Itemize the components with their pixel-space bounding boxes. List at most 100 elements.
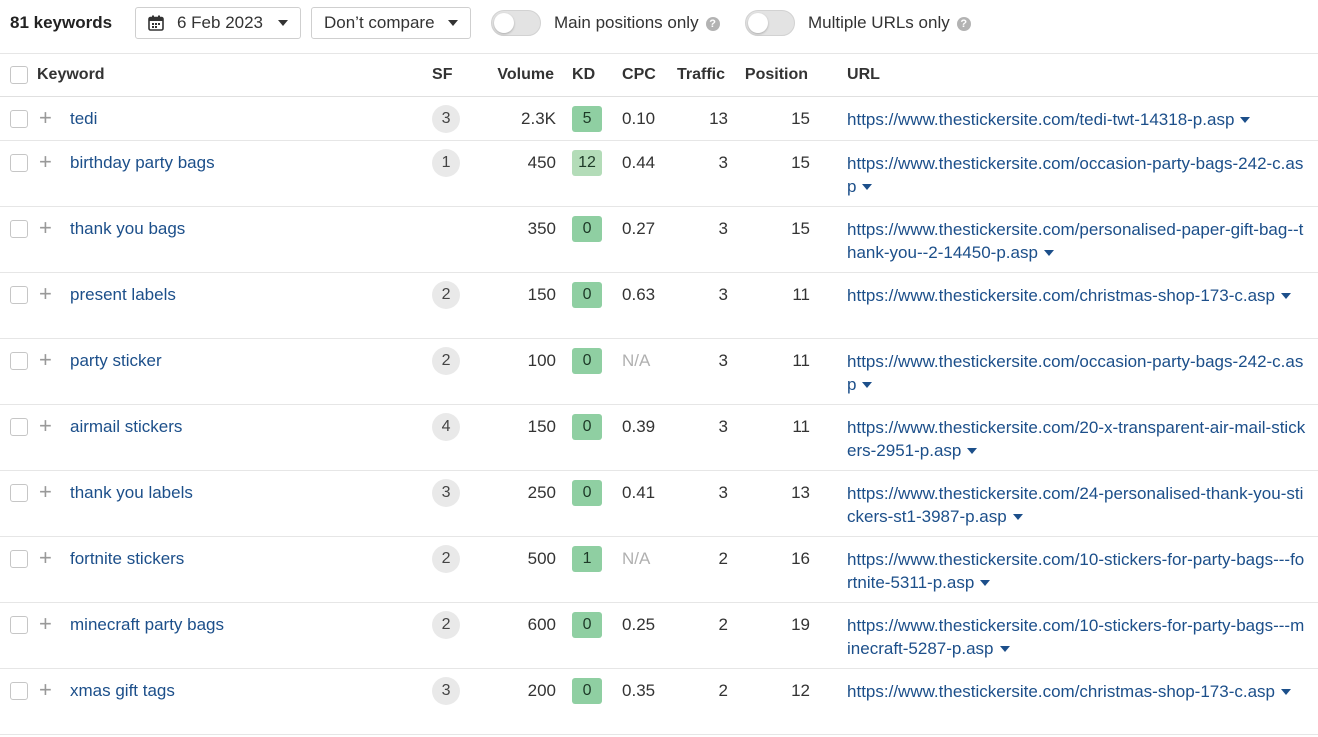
plus-icon[interactable]: + <box>39 282 70 305</box>
volume-value: 200 <box>527 680 557 700</box>
col-position[interactable]: Position <box>728 54 811 97</box>
chevron-down-icon[interactable] <box>1281 293 1291 300</box>
row-checkbox[interactable] <box>10 417 28 436</box>
plus-icon[interactable]: + <box>39 414 70 437</box>
col-cpc[interactable]: CPC <box>616 54 675 97</box>
keyword-count: 81 keywords <box>10 13 113 32</box>
table-row: + fortnite stickers 2 500 1 N/A 2 16 htt… <box>0 536 1318 603</box>
plus-icon[interactable]: + <box>39 678 70 701</box>
row-checkbox[interactable] <box>10 615 28 634</box>
plus-icon[interactable]: + <box>39 546 70 569</box>
volume-value: 2.3K <box>521 108 557 128</box>
keyword-link[interactable]: present labels <box>70 285 430 305</box>
row-checkbox[interactable] <box>10 483 28 502</box>
row-checkbox[interactable] <box>10 153 28 172</box>
url-link[interactable]: https://www.thestickersite.com/10-sticke… <box>847 548 1318 594</box>
help-icon[interactable]: ? <box>705 17 720 31</box>
row-checkbox[interactable] <box>10 549 28 568</box>
chevron-down-icon[interactable] <box>967 448 978 455</box>
sf-badge[interactable]: 3 <box>432 104 461 133</box>
plus-icon[interactable]: + <box>39 150 70 173</box>
row-checkbox[interactable] <box>10 285 28 304</box>
url-link[interactable]: https://www.thestickersite.com/occasion-… <box>847 152 1318 198</box>
multiple-urls-toggle[interactable] <box>745 10 795 36</box>
col-kd[interactable]: KD <box>556 54 617 97</box>
table-row: + party sticker 2 100 0 N/A 3 11 https:/… <box>0 338 1318 405</box>
position-value: 15 <box>791 108 811 128</box>
plus-icon[interactable]: + <box>39 216 70 239</box>
plus-icon[interactable]: + <box>39 480 70 503</box>
volume-value: 500 <box>527 548 557 568</box>
col-volume[interactable]: Volume <box>476 54 557 97</box>
keyword-link[interactable]: minecraft party bags <box>70 615 430 635</box>
compare-dropdown[interactable]: Don’t compare <box>311 7 471 39</box>
sf-badge[interactable]: 2 <box>432 346 461 375</box>
select-all-checkbox[interactable] <box>10 65 28 84</box>
keyword-link[interactable]: thank you bags <box>70 219 430 239</box>
main-positions-label: Main positions only ? <box>554 13 720 33</box>
table-row: + birthday party bags 1 450 12 0.44 3 15… <box>0 140 1318 207</box>
url-link[interactable]: https://www.thestickersite.com/tedi-twt-… <box>847 108 1318 131</box>
col-url[interactable]: URL <box>836 54 1318 97</box>
kd-badge: 12 <box>572 149 603 176</box>
sf-badge[interactable]: 2 <box>432 544 461 573</box>
row-checkbox[interactable] <box>10 681 28 700</box>
calendar-icon <box>148 15 164 31</box>
chevron-down-icon[interactable] <box>1012 514 1023 521</box>
kd-badge: 0 <box>572 347 603 374</box>
position-value: 15 <box>791 152 811 172</box>
keyword-link[interactable]: tedi <box>70 109 430 129</box>
url-link[interactable]: https://www.thestickersite.com/christmas… <box>847 680 1318 703</box>
plus-icon[interactable]: + <box>39 348 70 371</box>
date-picker-button[interactable]: 6 Feb 2023 <box>135 7 301 39</box>
main-positions-toggle[interactable] <box>491 10 541 36</box>
sf-badge[interactable]: 2 <box>432 610 461 639</box>
kd-badge: 0 <box>572 281 603 308</box>
volume-value: 150 <box>527 416 557 436</box>
url-link[interactable]: https://www.thestickersite.com/24-person… <box>847 482 1318 528</box>
url-link[interactable]: https://www.thestickersite.com/10-sticke… <box>847 614 1318 660</box>
row-checkbox[interactable] <box>10 109 28 128</box>
sf-badge[interactable]: 3 <box>432 676 461 705</box>
url-link[interactable]: https://www.thestickersite.com/personali… <box>847 218 1318 264</box>
chevron-down-icon[interactable] <box>862 184 873 191</box>
col-traffic[interactable]: Traffic <box>674 54 729 97</box>
chevron-down-icon[interactable] <box>1281 689 1291 696</box>
url-link[interactable]: https://www.thestickersite.com/occasion-… <box>847 350 1318 396</box>
sf-badge[interactable]: 4 <box>432 412 461 441</box>
row-checkbox[interactable] <box>10 351 28 370</box>
plus-icon[interactable]: + <box>39 106 70 129</box>
col-keyword[interactable]: Keyword <box>37 54 431 97</box>
table-row: + minecraft party bags 2 600 0 0.25 2 19… <box>0 602 1318 669</box>
keyword-link[interactable]: thank you labels <box>70 483 430 503</box>
volume-value: 450 <box>527 152 557 172</box>
url-link[interactable]: https://www.thestickersite.com/christmas… <box>847 284 1318 307</box>
position-value: 15 <box>791 218 811 238</box>
toggle-knob <box>494 13 514 33</box>
keyword-link[interactable]: xmas gift tags <box>70 681 430 701</box>
sf-badge[interactable]: 3 <box>432 478 461 507</box>
kd-badge: 0 <box>572 677 603 704</box>
kd-badge: 1 <box>572 545 603 572</box>
keyword-link[interactable]: fortnite stickers <box>70 549 430 569</box>
chevron-down-icon[interactable] <box>999 646 1010 653</box>
chevron-down-icon[interactable] <box>980 580 991 587</box>
cpc-value: 0.10 <box>622 108 656 128</box>
col-sf[interactable]: SF <box>430 54 477 97</box>
chevron-down-icon[interactable] <box>1240 117 1251 124</box>
toolbar: 81 keywords 6 Feb 2023 Don’t compare Mai… <box>0 0 1318 54</box>
url-link[interactable]: https://www.thestickersite.com/20-x-tran… <box>847 416 1318 462</box>
chevron-down-icon[interactable] <box>862 382 873 389</box>
row-checkbox[interactable] <box>10 219 28 238</box>
keyword-link[interactable]: airmail stickers <box>70 417 430 437</box>
kd-badge: 0 <box>572 611 603 638</box>
sf-badge[interactable]: 2 <box>432 280 461 309</box>
keyword-link[interactable]: birthday party bags <box>70 153 430 173</box>
volume-value: 100 <box>527 350 557 370</box>
plus-icon[interactable]: + <box>39 612 70 635</box>
sf-badge[interactable]: 1 <box>432 148 461 177</box>
chevron-down-icon[interactable] <box>1043 250 1054 257</box>
help-icon[interactable]: ? <box>956 17 971 31</box>
traffic-value: 3 <box>718 218 729 238</box>
keyword-link[interactable]: party sticker <box>70 351 430 371</box>
